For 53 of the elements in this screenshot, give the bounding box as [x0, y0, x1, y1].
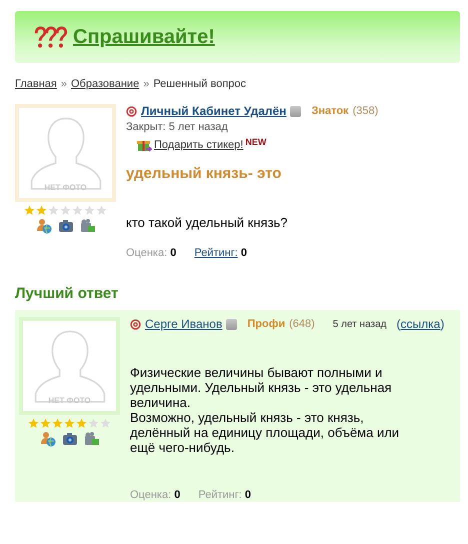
star-icon [28, 418, 39, 429]
rating-value: 0 [170, 247, 176, 259]
rating-value: 0 [240, 247, 247, 259]
rating-value: 0 [174, 489, 180, 501]
answer-text: Физические величины бывают полными и удельными. Удельный князь - это удельная величина. [130, 365, 393, 410]
question-title: удельный князь- это [126, 165, 282, 182]
question-marks-icon [32, 24, 70, 50]
star-icon [64, 418, 75, 429]
star-icon [100, 418, 111, 429]
dropdown-icon[interactable] [226, 318, 238, 330]
star-icon [96, 205, 107, 216]
answer-text: Возможно, удельный князь - это князь, делённый на единицу площади, объёма или ещё чего-нибудь. [130, 410, 400, 455]
rating-label: Оценка: [126, 247, 168, 259]
best-answer-heading: Лучший ответ [15, 285, 120, 302]
user-globe-icon[interactable] [36, 218, 52, 234]
camera-icon[interactable] [58, 218, 74, 234]
gift-sticker-link[interactable]: Подарить стикер! [154, 139, 244, 151]
permalink[interactable]: (ссылка) [396, 317, 444, 331]
star-icon [84, 205, 95, 216]
video-camera-icon[interactable] [84, 431, 100, 447]
new-label: NEW [245, 137, 266, 147]
star-icon [52, 418, 63, 429]
site-title-link[interactable]: Спрашивайте! [73, 26, 215, 48]
rating-value: 0 [244, 489, 251, 501]
rating-link[interactable]: Рейтинг: [194, 247, 238, 259]
star-icon [72, 205, 83, 216]
user-score: (358) [352, 105, 378, 117]
author-link[interactable]: Серге Иванов [145, 317, 222, 331]
star-icon [36, 205, 47, 216]
breadcrumb-link[interactable]: Главная [15, 78, 57, 90]
breadcrumb-current: Решенный вопрос [153, 78, 246, 90]
answer-time: 5 лет назад [332, 318, 386, 330]
breadcrumb-separator: » [60, 78, 67, 90]
user-score: (648) [289, 318, 315, 330]
video-camera-icon[interactable] [80, 218, 96, 234]
star-icon [60, 205, 71, 216]
question-text: кто такой удельный князь? [126, 215, 289, 230]
user-globe-icon[interactable] [40, 431, 56, 447]
rating-label: Оценка: [130, 489, 172, 501]
user-rank: Профи [247, 318, 286, 330]
star-icon [40, 418, 51, 429]
dropdown-icon[interactable] [290, 106, 302, 116]
star-icon [48, 205, 59, 216]
camera-icon[interactable] [62, 431, 78, 447]
star-icon [76, 418, 87, 429]
star-icon [24, 205, 35, 216]
closed-time: Закрыт: 5 лет назад [126, 121, 229, 133]
breadcrumb-separator: » [143, 78, 150, 90]
user-rank: Знаток [311, 105, 349, 117]
breadcrumb-link[interactable]: Образование [71, 78, 140, 90]
author-link[interactable]: Личный Кабинет Удалён [141, 104, 286, 118]
rating-label: Рейтинг: [198, 489, 242, 501]
star-icon [88, 418, 99, 429]
